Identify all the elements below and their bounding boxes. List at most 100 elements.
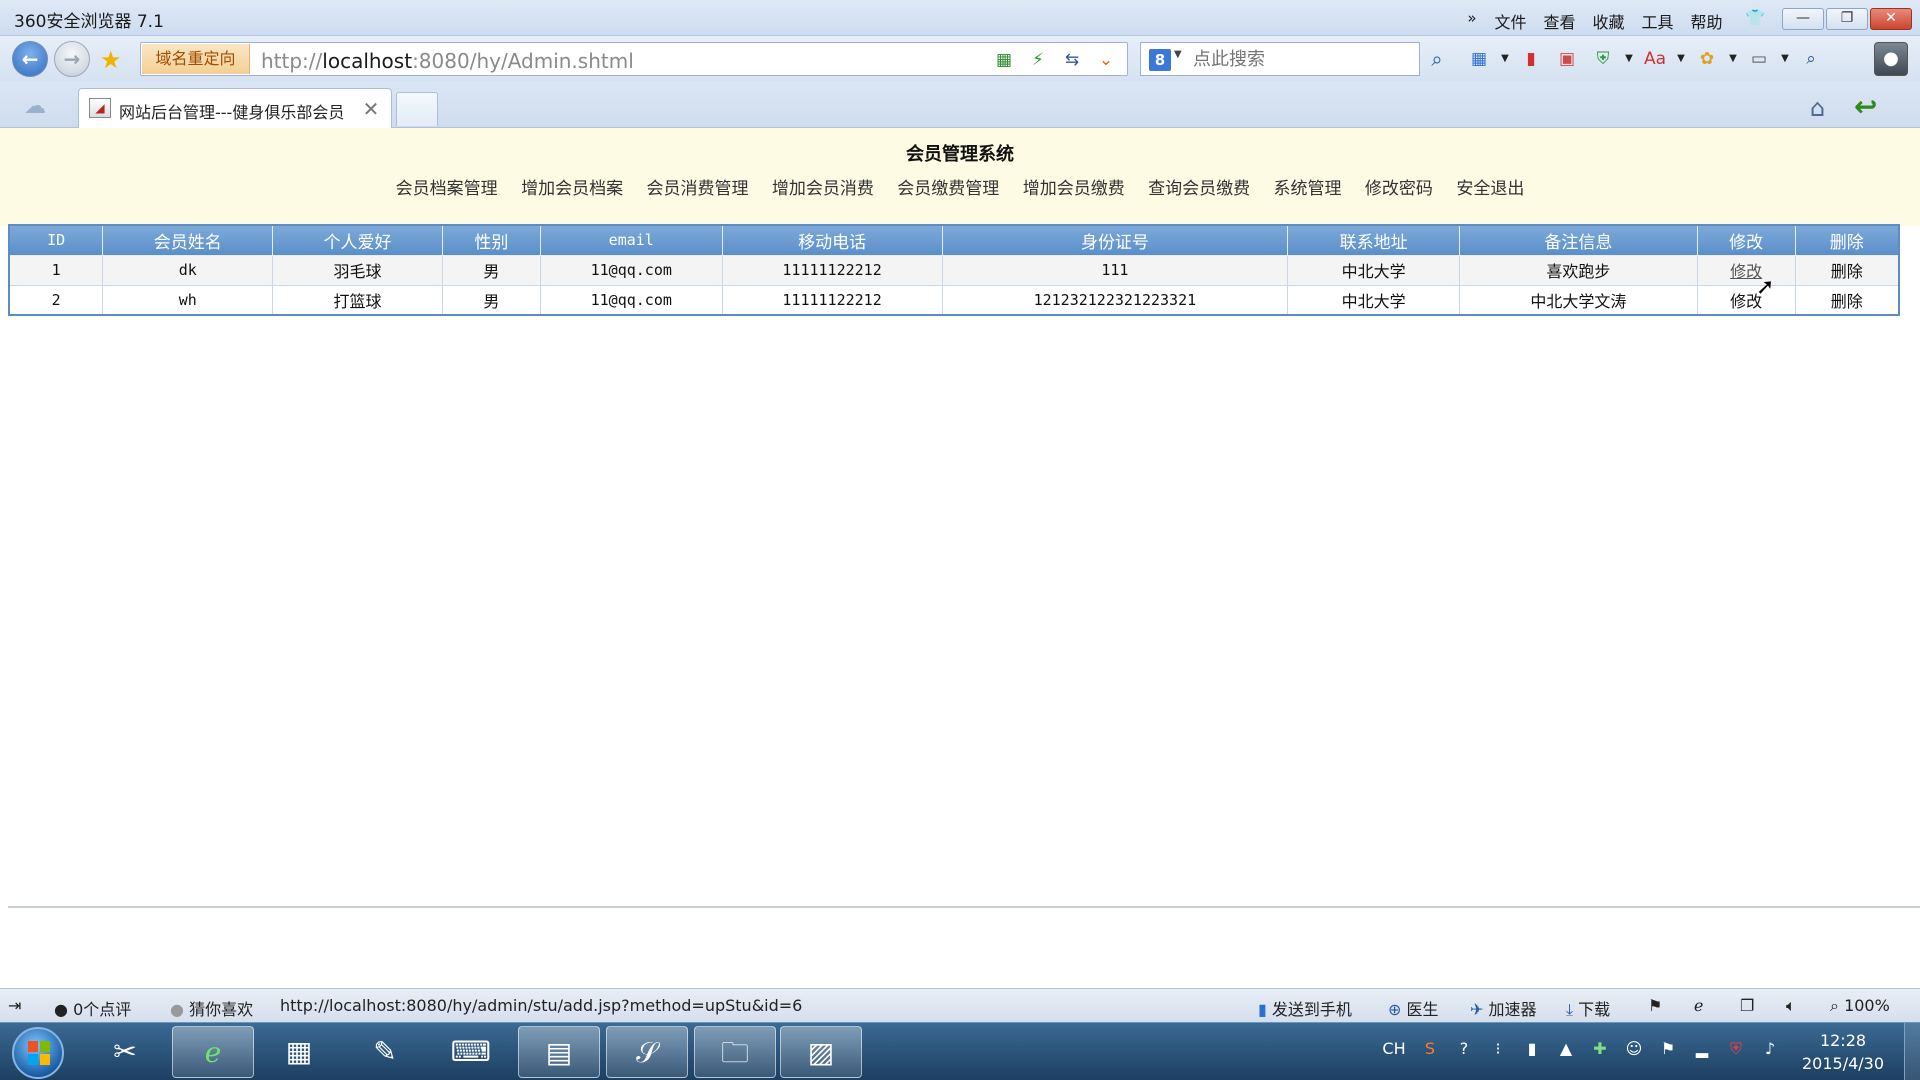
forward-button[interactable]: → bbox=[54, 41, 90, 77]
nav-consumption-manage[interactable]: 会员消费管理 bbox=[646, 174, 748, 199]
cell-name: wh bbox=[102, 284, 274, 316]
tennis-app-icon[interactable]: ✎ bbox=[344, 1026, 426, 1078]
reader-icon[interactable]: ▣ bbox=[1552, 46, 1582, 72]
network-signal-icon[interactable]: ▂ bbox=[1690, 1039, 1714, 1059]
new-tab-button[interactable] bbox=[396, 92, 438, 126]
undo-back-icon[interactable]: ↩ bbox=[1854, 90, 1877, 123]
search-box[interactable]: 8 ▼ bbox=[1140, 42, 1420, 76]
nav-change-password[interactable]: 修改密码 bbox=[1365, 174, 1433, 199]
accelerator-button[interactable]: ✈ 加速器 bbox=[1470, 996, 1537, 1020]
tab-admin[interactable]: ◢ 网站后台管理---健身俱乐部会员 ✕ bbox=[78, 88, 392, 128]
360-guard-icon[interactable]: ✚ bbox=[1588, 1039, 1612, 1059]
status-bar: ⇥ ● 0个点评 ● 猜你喜欢 http://localhost:8080/hy… bbox=[0, 988, 1920, 1022]
plugin-icon[interactable]: ✿ bbox=[1692, 46, 1722, 72]
lightning-icon[interactable]: ⚡ bbox=[1023, 48, 1053, 72]
nav-query-payment[interactable]: 查询会员缴费 bbox=[1148, 174, 1250, 199]
exit-fullscreen-icon[interactable]: ⇥ bbox=[8, 996, 21, 1015]
start-button[interactable] bbox=[12, 1027, 64, 1079]
sound-icon[interactable]: 🔈︎ bbox=[1786, 996, 1796, 1016]
translate-icon[interactable]: Aa bbox=[1640, 46, 1670, 72]
books-app-icon[interactable]: ▤ bbox=[518, 1026, 600, 1078]
screenshot-icon[interactable]: ▭ bbox=[1744, 46, 1774, 72]
tab-close-icon[interactable]: ✕ bbox=[357, 95, 385, 123]
explorer-app-icon[interactable]: 🗀 bbox=[694, 1026, 776, 1078]
apps-dropdown-icon[interactable]: ▼ bbox=[1500, 46, 1510, 72]
delete-link[interactable]: 删除 bbox=[1831, 262, 1863, 281]
search-input[interactable] bbox=[1193, 47, 1353, 71]
tray-expand-icon[interactable]: ▲ bbox=[1554, 1039, 1578, 1059]
cloud-icon[interactable]: ☁ bbox=[24, 94, 46, 119]
back-button[interactable]: ← bbox=[12, 41, 48, 77]
guess-item[interactable]: ● 猜你喜欢 bbox=[170, 996, 253, 1020]
comments-item[interactable]: ● 0个点评 bbox=[54, 996, 131, 1020]
nav-add-payment[interactable]: 增加会员缴费 bbox=[1023, 174, 1125, 199]
menu-help[interactable]: 帮助 bbox=[1682, 9, 1731, 33]
nav-member-records[interactable]: 会员档案管理 bbox=[396, 174, 498, 199]
ime-indicator[interactable]: CH bbox=[1380, 1039, 1408, 1059]
qq-icon[interactable]: ☺ bbox=[1622, 1039, 1646, 1059]
nav-add-consumption[interactable]: 增加会员消费 bbox=[772, 174, 874, 199]
domain-redirect-badge[interactable]: 域名重定向 bbox=[142, 44, 250, 74]
show-desktop-button[interactable] bbox=[1904, 1023, 1920, 1080]
screenshot-dropdown-icon[interactable]: ▼ bbox=[1780, 46, 1790, 72]
delete-link[interactable]: 删除 bbox=[1831, 292, 1863, 311]
zoom-search-icon[interactable]: ⌕ bbox=[1796, 46, 1826, 72]
help-icon[interactable]: ? bbox=[1452, 1039, 1476, 1059]
search-engine-dropdown-icon[interactable]: ▼ bbox=[1174, 49, 1182, 60]
zoom-control[interactable]: ⌕ 100% bbox=[1830, 996, 1890, 1016]
mode-icon[interactable]: ⚑ bbox=[1648, 996, 1662, 1015]
nav-logout[interactable]: 安全退出 bbox=[1456, 174, 1524, 199]
favorite-star-icon[interactable]: ★ bbox=[100, 46, 122, 74]
ie-icon[interactable]: ℯ bbox=[1694, 996, 1703, 1015]
image-app-icon[interactable]: ▨ bbox=[780, 1026, 862, 1078]
nav-payment-manage[interactable]: 会员缴费管理 bbox=[897, 174, 999, 199]
window-icon[interactable]: ❐ bbox=[1740, 996, 1754, 1015]
stats-icon[interactable]: ▮ bbox=[1516, 46, 1546, 72]
action-center-flag-icon[interactable]: ⚑ bbox=[1656, 1039, 1680, 1059]
menu-more-icon[interactable]: » bbox=[1458, 9, 1486, 33]
plugin-dropdown-icon[interactable]: ▼ bbox=[1728, 46, 1738, 72]
apps-grid-icon[interactable]: ▦ bbox=[1464, 46, 1494, 72]
editor-app-icon[interactable]: 𝒮 bbox=[606, 1026, 688, 1078]
minimize-button[interactable]: — bbox=[1782, 8, 1824, 30]
compat-mode-icon[interactable]: ⇆ bbox=[1057, 48, 1087, 72]
skin-icon[interactable]: 👕 bbox=[1744, 8, 1766, 28]
clock-date: 2015/4/30 bbox=[1801, 1054, 1885, 1073]
col-header-phone: 移动电话 bbox=[721, 224, 943, 256]
menu-file[interactable]: 文件 bbox=[1486, 9, 1535, 33]
restore-button[interactable]: ❐ bbox=[1826, 8, 1868, 30]
dropdown-chevron-icon[interactable]: ⌄ bbox=[1091, 48, 1121, 72]
cell-email: 11@qq.com bbox=[539, 254, 723, 286]
address-input[interactable]: 域名重定向 http://localhost:8080/hy/Admin.sht… bbox=[140, 42, 1128, 76]
qr-code-icon[interactable]: ▦ bbox=[989, 48, 1019, 72]
clock[interactable]: 12:28 2015/4/30 bbox=[1788, 1029, 1898, 1075]
url-text[interactable]: http://localhost:8080/hy/Admin.shtml bbox=[261, 49, 634, 73]
security-dropdown-icon[interactable]: ▼ bbox=[1624, 46, 1634, 72]
ime-options-icon[interactable]: ⁝ bbox=[1486, 1039, 1510, 1059]
security-tray-icon[interactable]: ⛨ bbox=[1724, 1039, 1748, 1059]
table-row: 2 wh 打篮球 男 11@qq.com 11111122212 1212321… bbox=[8, 284, 1900, 316]
translate-dropdown-icon[interactable]: ▼ bbox=[1676, 46, 1686, 72]
keyboard-app-icon[interactable]: ⌨ bbox=[430, 1026, 512, 1078]
search-engine-icon[interactable]: 8 bbox=[1149, 49, 1171, 71]
close-window-button[interactable]: ✕ bbox=[1870, 8, 1912, 30]
volume-icon[interactable]: ♪ bbox=[1758, 1039, 1782, 1059]
calculator-app-icon[interactable]: ▦ bbox=[258, 1026, 340, 1078]
menu-favorites[interactable]: 收藏 bbox=[1584, 9, 1633, 33]
menu-view[interactable]: 查看 bbox=[1535, 9, 1584, 33]
sogou-icon[interactable]: S bbox=[1418, 1039, 1442, 1059]
nav-system-manage[interactable]: 系统管理 bbox=[1274, 174, 1342, 199]
browser-360-app-icon[interactable]: ℯ bbox=[172, 1026, 254, 1078]
home-icon[interactable]: ⌂ bbox=[1810, 94, 1825, 122]
tools-app-icon[interactable]: ✂ bbox=[84, 1026, 166, 1078]
user-avatar[interactable]: ● bbox=[1874, 42, 1908, 76]
search-icon[interactable]: ⌕ bbox=[1422, 43, 1452, 75]
doctor-button[interactable]: ⊕ 医生 bbox=[1388, 996, 1439, 1020]
menu-tools[interactable]: 工具 bbox=[1633, 9, 1682, 33]
download-button[interactable]: ⤓ 下载 bbox=[1566, 996, 1610, 1020]
nav-add-member-record[interactable]: 增加会员档案 bbox=[521, 174, 623, 199]
battery-icon[interactable]: ▮ bbox=[1520, 1039, 1544, 1059]
security-shield-icon[interactable]: ⛨ bbox=[1588, 46, 1618, 72]
cell-email: 11@qq.com bbox=[539, 284, 723, 316]
send-to-phone-button[interactable]: ▮ 发送到手机 bbox=[1258, 996, 1352, 1020]
